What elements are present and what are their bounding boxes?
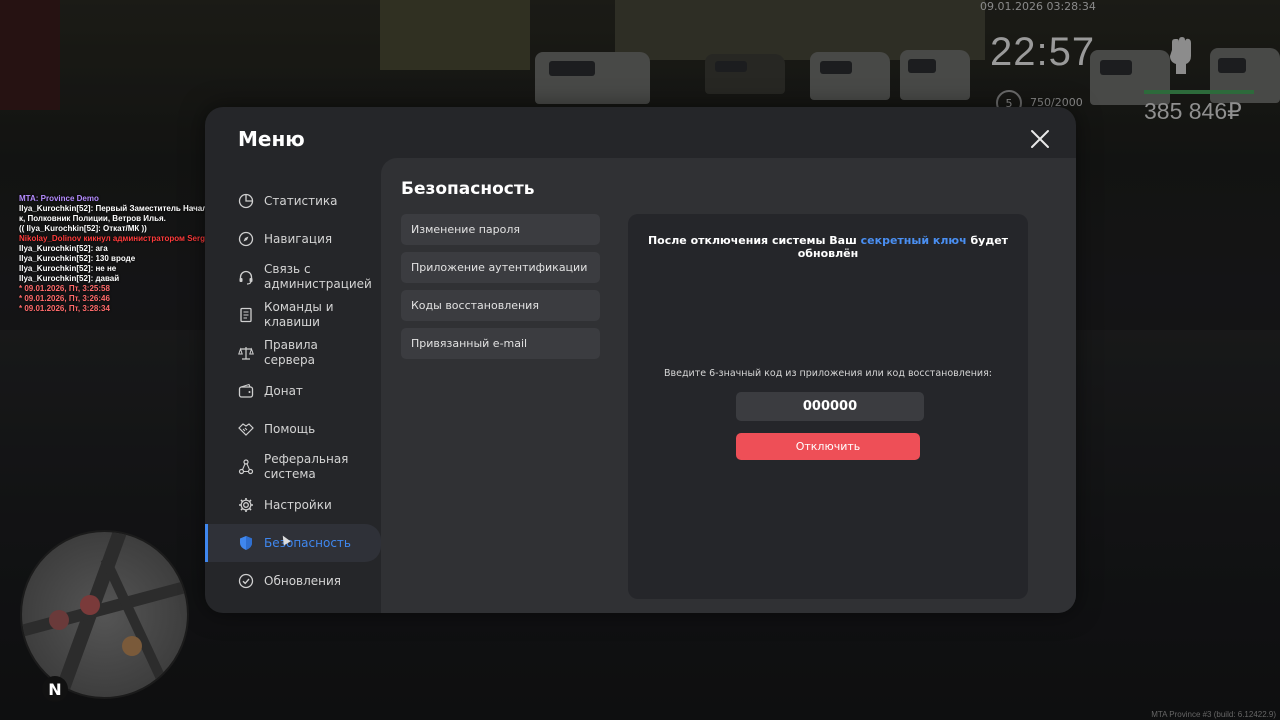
compass-icon (238, 231, 254, 247)
linked-email-option[interactable]: Привязанный e-mail (401, 328, 600, 359)
minimap-road (100, 556, 174, 697)
section-title: Безопасность (401, 179, 535, 199)
hospital-icon (80, 595, 100, 615)
handshake-icon (238, 423, 254, 436)
headset-icon (239, 270, 253, 285)
secret-key-highlight: секретный ключ (860, 234, 967, 247)
hud-clock: 22:57 (990, 30, 1096, 74)
sidebar-item-label: Помощь (264, 421, 316, 436)
compass-north: N (42, 676, 68, 702)
network-icon (238, 459, 254, 475)
map-marker-icon (122, 636, 142, 656)
sidebar-item-label: Обновления (264, 573, 342, 588)
minimap (20, 530, 189, 699)
menu-modal: Меню Статистика Навигация Связь с админист… (205, 107, 1076, 613)
close-icon[interactable] (1028, 127, 1052, 151)
hud-datetime: 09.01.2026 03:28:34 (980, 0, 1096, 13)
hud-money: 385 846₽ (1144, 98, 1242, 124)
sidebar-item-10[interactable]: Обновления (205, 562, 381, 600)
wallet-icon (238, 383, 254, 398)
warning-text: После отключения системы Ваш (647, 234, 861, 247)
sidebar-item-2[interactable]: Связь с администрацией (205, 258, 381, 296)
security-section: Безопасность Изменение пароля Приложение… (381, 158, 1076, 613)
recovery-codes-option[interactable]: Коды восстановления (401, 290, 600, 321)
health-bar (1144, 90, 1254, 94)
document-icon (240, 307, 252, 323)
authenticator-app-option[interactable]: Приложение аутентификации (401, 252, 600, 283)
map-marker-icon (49, 610, 69, 630)
sidebar-item-label: Донат (264, 383, 303, 398)
fist-icon (1170, 37, 1191, 74)
disable-button[interactable]: Отключить (736, 433, 920, 460)
sidebar-item-3[interactable]: Команды и клавиши (205, 296, 381, 334)
sidebar-item-label: Команды и клавиши (264, 300, 334, 329)
gear-icon (239, 498, 253, 512)
sidebar-item-1[interactable]: Навигация (205, 220, 381, 258)
scales-icon (238, 347, 254, 360)
sidebar-item-label: Реферальная система (264, 452, 349, 481)
change-password-option[interactable]: Изменение пароля (401, 214, 600, 245)
sidebar-item-4[interactable]: Правила сервера (205, 334, 381, 372)
sidebar-item-label: Навигация (264, 231, 333, 246)
code-hint: Введите 6-значный код из приложения или … (663, 368, 992, 379)
sidebar-item-5[interactable]: Донат (205, 372, 381, 410)
sidebar-item-label: Статистика (264, 193, 338, 208)
sidebar-item-label: Связь с администрацией (264, 262, 372, 291)
sidebar-item-label: Правила сервера (264, 338, 318, 367)
sidebar-item-label: Безопасность (264, 535, 351, 550)
sidebar-item-6[interactable]: Помощь (205, 410, 381, 448)
code-input[interactable] (736, 392, 924, 421)
sidebar-item-9[interactable]: Безопасность (205, 524, 381, 562)
shield-icon (240, 536, 252, 550)
disable-2fa-panel: После отключения системы Ваш секретный к… (628, 214, 1028, 599)
menu-title: Меню (238, 127, 305, 151)
sidebar-item-8[interactable]: Настройки (205, 486, 381, 524)
warning-message: После отключения системы Ваш секретный к… (628, 234, 1028, 260)
check-circle-icon (238, 573, 254, 589)
sidebar-item-7[interactable]: Реферальная система (205, 448, 381, 486)
sidebar-item-label: Настройки (264, 497, 332, 512)
pie-chart-icon (238, 193, 254, 209)
sidebar-item-0[interactable]: Статистика (205, 182, 381, 220)
build-info: MTA Province #3 (build: 6.12422.9) (1151, 710, 1276, 719)
menu-sidebar: Статистика Навигация Связь с администрацие… (205, 182, 381, 600)
